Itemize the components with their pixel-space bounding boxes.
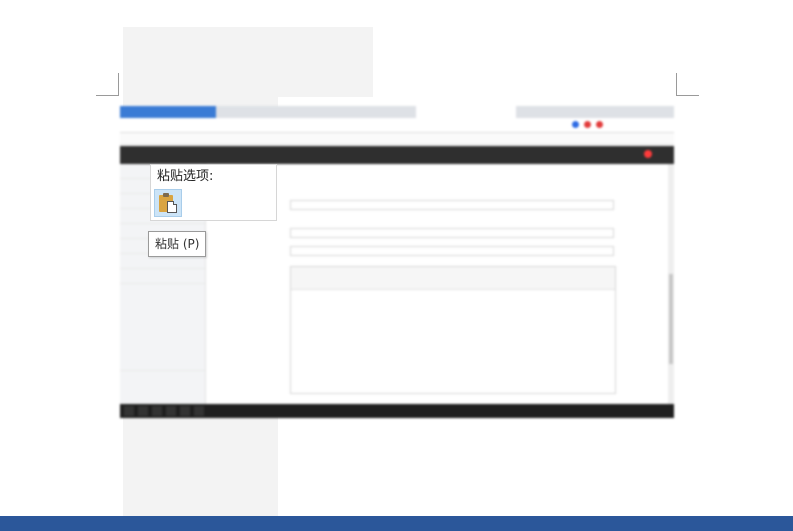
scrollbar-thumb: [669, 274, 673, 364]
app-header: [120, 146, 674, 164]
form-input: [290, 228, 614, 238]
word-status-bar: [0, 516, 793, 531]
bookmarks-bar: [120, 133, 674, 145]
sidebar-subitem: [120, 320, 205, 332]
browser-tab: [216, 106, 316, 118]
editor-toolbar: [291, 267, 615, 290]
taskbar-item: [152, 406, 162, 416]
sidebar-item: [120, 269, 205, 284]
paste-button[interactable]: [154, 189, 182, 217]
notification-badge: [644, 150, 652, 158]
browser-tab: [120, 106, 216, 118]
browser-tab: [416, 106, 516, 118]
document-shading-top: [123, 27, 373, 97]
sidebar-subitem: [120, 296, 205, 308]
form-input: [290, 200, 614, 210]
browser-url: [204, 121, 444, 129]
taskbar-item: [138, 406, 148, 416]
sidebar-item: [120, 356, 205, 371]
pasted-screenshot-image[interactable]: [120, 106, 674, 418]
paste-options-title: 粘贴选项:: [157, 169, 214, 184]
sidebar-subitem: [120, 308, 205, 320]
taskbar-item: [166, 406, 176, 416]
taskbar-item: [194, 406, 204, 416]
extension-icon: [572, 121, 579, 128]
paste-options-menu: 粘贴选项:: [150, 164, 277, 221]
extension-icon: [584, 121, 591, 128]
rich-text-editor: [290, 266, 616, 394]
windows-taskbar: [120, 404, 674, 418]
browser-tab-bar: [120, 106, 674, 118]
sidebar-subitem: [120, 344, 205, 356]
sidebar-subitem: [120, 332, 205, 344]
browser-address-bar: [120, 118, 674, 133]
browser-tab: [316, 106, 416, 118]
taskbar-item: [124, 406, 134, 416]
page-margin-corner-left: [96, 73, 119, 96]
paste-tooltip: 粘贴 (P): [148, 231, 207, 257]
extension-icon: [596, 121, 603, 128]
page-margin-corner-right: [676, 73, 699, 96]
page-scrollbar: [668, 164, 674, 404]
sidebar-subitem: [120, 284, 205, 296]
editor-content: [291, 290, 615, 298]
form-input: [290, 246, 614, 256]
taskbar-item: [180, 406, 190, 416]
